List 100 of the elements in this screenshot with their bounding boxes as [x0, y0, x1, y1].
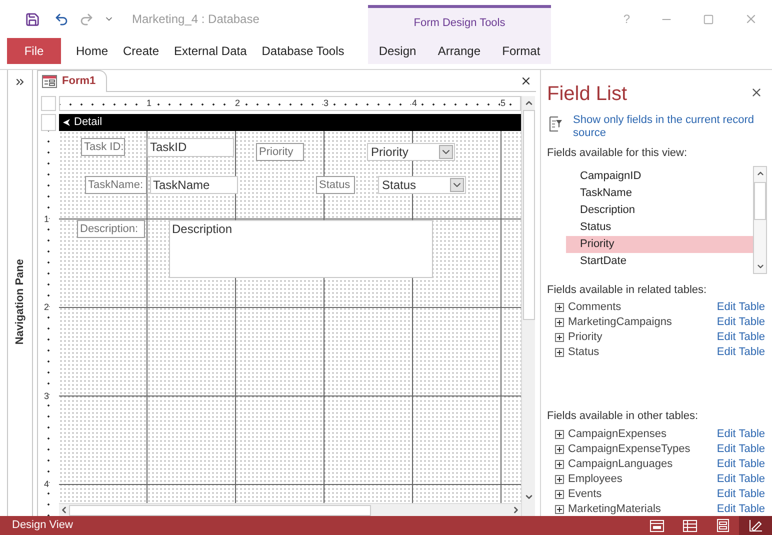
design-grid[interactable]: Task ID: TaskID Priority Priority TaskName: TaskName Status Status Description: Description [59, 131, 521, 503]
edit-table-link[interactable]: Edit Table [716, 314, 765, 331]
expand-icon[interactable] [555, 474, 564, 484]
edit-table-link[interactable]: Edit Table [716, 470, 765, 488]
ribbon-tab[interactable]: Create [116, 38, 166, 64]
scrollbar-thumb[interactable] [69, 504, 371, 516]
edit-table-link[interactable]: Edit Table [716, 344, 765, 361]
ruler-number: 3 [44, 390, 50, 400]
show-only-fields-link[interactable]: Show only fields in the current record source [573, 114, 758, 140]
ruler-number: 1 [146, 98, 153, 109]
ribbon-tab[interactable]: Format [498, 38, 544, 64]
close-icon[interactable] [520, 75, 532, 87]
ruler-number: 5 [500, 98, 507, 109]
table-name[interactable]: Employees [568, 470, 622, 488]
form-icon [42, 75, 57, 88]
expand-icon[interactable] [555, 490, 564, 498]
design-view-icon [748, 519, 762, 532]
edit-table-link[interactable]: Edit Table [716, 329, 765, 346]
scroll-left-icon[interactable] [59, 505, 69, 515]
navigation-pane[interactable]: Navigation Pane [7, 70, 33, 516]
datasheet-view-icon [682, 520, 696, 532]
table-name[interactable]: Priority [568, 329, 602, 346]
ribbon-tab[interactable]: Design [374, 38, 420, 64]
form-label[interactable]: Description: [77, 220, 145, 238]
filter-document-icon[interactable] [549, 116, 563, 132]
undo-icon[interactable] [54, 12, 69, 26]
ribbon-tab[interactable]: Home [69, 38, 116, 64]
text-area[interactable]: Description [169, 220, 433, 278]
scroll-up-icon[interactable] [524, 98, 534, 108]
field-item[interactable]: Status [566, 218, 753, 236]
form-label[interactable]: Task ID: [81, 138, 125, 156]
status-text: Design View [12, 518, 73, 534]
ribbon-tab[interactable]: Arrange [434, 38, 485, 64]
form-label[interactable]: Priority [256, 143, 304, 161]
expand-icon[interactable] [555, 348, 564, 357]
expand-icon[interactable] [555, 504, 564, 514]
combo-box[interactable]: Priority [367, 143, 455, 161]
expand-icon[interactable] [555, 333, 564, 342]
document-tab[interactable]: Form1 [37, 70, 107, 92]
contextual-tab-group: Form Design Tools [368, 5, 551, 38]
table-name[interactable]: CampaignExpenseTypes [568, 440, 690, 458]
ribbon-tab[interactable]: External Data [167, 38, 254, 64]
table-name[interactable]: Status [568, 344, 600, 361]
document-tab-title: Form1 [62, 74, 96, 90]
expand-icon[interactable] [555, 430, 564, 438]
table-name[interactable]: Comments [568, 299, 622, 316]
scroll-down-icon[interactable] [524, 492, 534, 502]
dropdown-icon [439, 145, 453, 159]
expand-icon[interactable] [555, 303, 564, 312]
save-icon[interactable] [25, 12, 40, 26]
expand-icon[interactable] [555, 318, 564, 327]
ruler-number: 3 [322, 98, 330, 109]
section-title: Detail [74, 115, 102, 130]
form-label[interactable]: Status [316, 176, 355, 194]
ruler-number: 2 [44, 302, 50, 312]
vertical-scrollbar[interactable] [521, 96, 535, 516]
section-heading: Fields available in other tables: [547, 409, 700, 424]
text-box[interactable]: TaskID [147, 138, 234, 157]
file-tab[interactable]: File [7, 38, 61, 64]
scroll-right-icon[interactable] [511, 505, 521, 515]
form-view-icon [650, 520, 664, 532]
expand-icon[interactable] [555, 460, 564, 468]
section-heading: Fields available for this view: [547, 146, 688, 161]
edit-table-link[interactable]: Edit Table [716, 486, 765, 502]
field-item[interactable]: CampaignID [566, 168, 753, 184]
expand-icon[interactable] [14, 76, 26, 88]
ribbon-tab[interactable]: Database Tools [254, 38, 352, 64]
edit-table-link[interactable]: Edit Table [716, 440, 765, 458]
field-item[interactable]: TaskName [566, 184, 753, 202]
combo-box[interactable]: Status [378, 176, 466, 194]
table-name[interactable]: MarketingCampaigns [568, 314, 672, 331]
table-name[interactable]: CampaignExpenses [568, 426, 666, 442]
ruler-number: 2 [234, 98, 242, 109]
field-item[interactable]: Priority [566, 236, 753, 252]
horizontal-scrollbar[interactable] [59, 503, 521, 516]
scrollbar-thumb[interactable] [754, 182, 766, 220]
scrollbar-thumb[interactable] [522, 110, 534, 320]
field-item[interactable]: Description [566, 202, 753, 218]
ruler-number: 4 [44, 479, 50, 489]
edit-table-link[interactable]: Edit Table [716, 500, 765, 518]
table-name[interactable]: MarketingMaterials [568, 500, 661, 518]
text-box[interactable]: TaskName [150, 176, 238, 194]
edit-table-link[interactable]: Edit Table [716, 299, 765, 316]
window-title: Marketing_4 : Database [132, 11, 260, 28]
form-label[interactable]: TaskName: [85, 176, 147, 194]
section-bar[interactable]: Detail [59, 114, 521, 131]
close-icon[interactable] [750, 86, 763, 99]
edit-table-link[interactable]: Edit Table [716, 426, 765, 442]
view-button[interactable] [739, 516, 772, 535]
layout-view-icon [716, 519, 728, 532]
expand-icon[interactable] [555, 444, 564, 454]
table-name[interactable]: Events [568, 486, 602, 502]
dropdown-icon [450, 178, 464, 192]
ruler-number: 1 [44, 214, 50, 224]
navigation-pane-label: Navigation Pane [12, 259, 27, 345]
field-item[interactable]: StartDate [566, 252, 753, 270]
table-name[interactable]: CampaignLanguages [568, 456, 673, 472]
panel-title: Field List [547, 82, 628, 106]
vertical-scrollbar[interactable] [753, 166, 767, 274]
edit-table-link[interactable]: Edit Table [716, 456, 765, 472]
